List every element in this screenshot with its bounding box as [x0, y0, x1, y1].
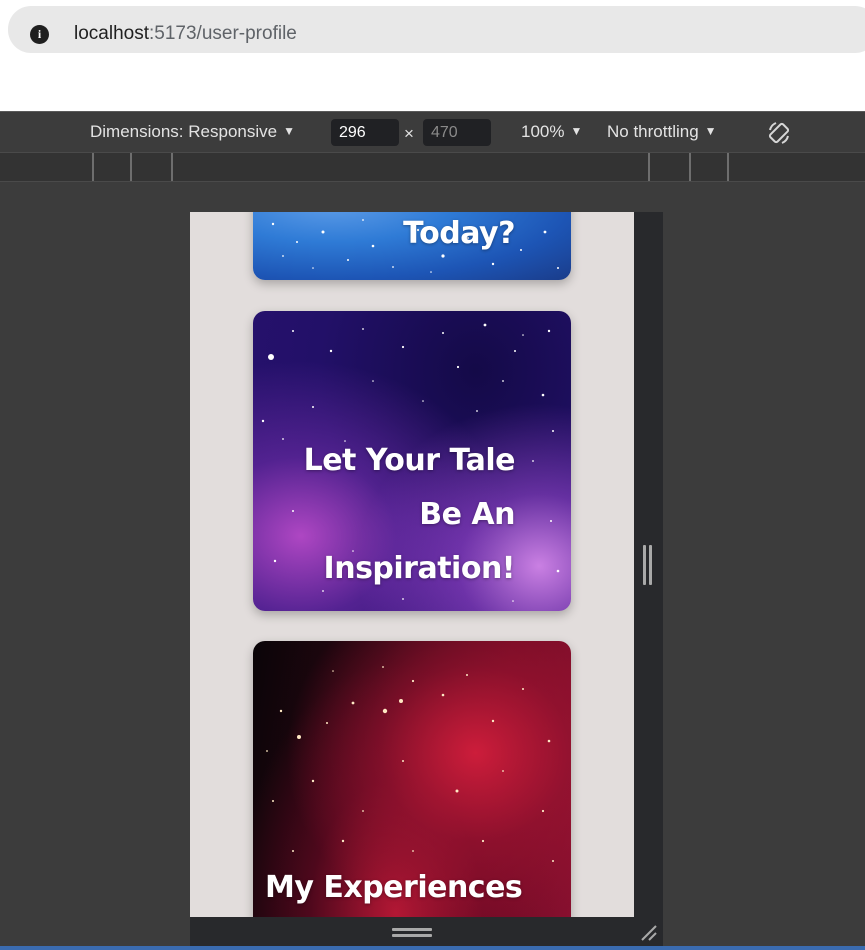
card-title: Today? [403, 216, 515, 251]
card-title-line: Inspiration! [323, 551, 516, 586]
ruler-tick [689, 153, 691, 181]
throttling-dropdown[interactable]: No throttling ▼ [607, 122, 717, 142]
address-bar[interactable]: i localhost:5173/user-profile [8, 6, 865, 53]
ruler-tick [727, 153, 729, 181]
media-query-ruler[interactable] [0, 152, 865, 182]
resize-handle-right[interactable] [643, 545, 653, 585]
site-info-icon[interactable]: i [30, 25, 49, 44]
resize-corner-icon[interactable] [638, 922, 658, 942]
card-title: Let Your Tale Be An Inspiration! [253, 434, 516, 596]
story-card-experiences[interactable]: My Experiences [253, 641, 571, 917]
rotate-icon[interactable] [764, 118, 794, 148]
ruler-tick [648, 153, 650, 181]
times-symbol: × [404, 124, 414, 143]
height-input[interactable]: 470 [423, 119, 491, 146]
dimensions-label: Dimensions: Responsive [90, 122, 278, 141]
url-path: :5173/user-profile [149, 23, 297, 44]
ruler-tick [171, 153, 173, 181]
resize-handle-bottom[interactable] [392, 928, 432, 938]
url-host: localhost [74, 23, 149, 44]
ruler-tick [130, 153, 132, 181]
card-title: My Experiences [265, 870, 523, 905]
device-toolbar: Dimensions: Responsive ▼ 296 × 470 100% ▼ … [0, 111, 865, 152]
width-input[interactable]: 296 [331, 119, 399, 146]
throttling-label: No throttling [607, 122, 699, 141]
zoom-label: 100% [521, 122, 565, 141]
browser-top-bar: i localhost:5173/user-profile [0, 0, 865, 111]
card-title-line: Be An [419, 497, 515, 532]
window-bottom-edge [0, 946, 865, 950]
story-card-inspiration[interactable]: Let Your Tale Be An Inspiration! [253, 311, 571, 611]
zoom-dropdown[interactable]: 100% ▼ [521, 122, 582, 142]
url-text[interactable]: localhost:5173/user-profile [74, 23, 297, 45]
ruler-tick [92, 153, 94, 181]
emulated-viewport[interactable]: Today? Let Your Tale Be An Inspiration! [190, 212, 634, 917]
story-card-today[interactable]: Today? [253, 212, 571, 280]
caret-down-icon: ▼ [283, 124, 295, 138]
caret-down-icon: ▼ [704, 124, 717, 138]
dimensions-dropdown[interactable]: Dimensions: Responsive ▼ [90, 122, 295, 142]
card-title-line: Let Your Tale [303, 443, 516, 478]
caret-down-icon: ▼ [570, 124, 583, 138]
